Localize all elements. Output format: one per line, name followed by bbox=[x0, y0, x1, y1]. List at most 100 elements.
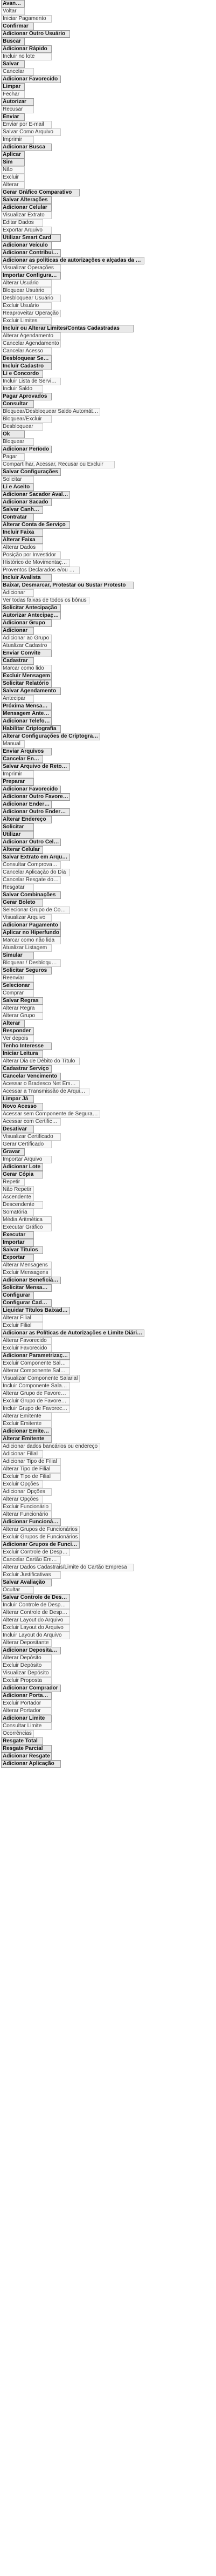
action-button[interactable]: Ocorrências bbox=[1, 1730, 34, 1737]
action-button[interactable]: Marcar como lido bbox=[1, 665, 52, 672]
action-button[interactable]: Adicionar bbox=[1, 627, 34, 635]
action-button[interactable]: Alterar Emitente bbox=[1, 1413, 52, 1420]
action-button[interactable]: Adicionar Grupo bbox=[1, 619, 52, 627]
action-button[interactable]: Cancelar Vencimento bbox=[1, 1073, 61, 1080]
action-button[interactable]: Alterar Dados Cadastrais/Limite do Cartã… bbox=[1, 1564, 134, 1571]
action-button[interactable]: Salvar Configurações bbox=[1, 468, 61, 476]
action-button[interactable]: Cancelar Envio bbox=[1, 755, 43, 763]
action-button[interactable]: Alterar Regra bbox=[1, 1005, 43, 1012]
action-button[interactable]: Avançar bbox=[1, 0, 25, 8]
action-button[interactable]: Alterar Dia de Débito do Título bbox=[1, 1058, 80, 1065]
action-button[interactable]: Alterar Depósito bbox=[1, 1654, 52, 1662]
action-button[interactable]: Adicionar Outro Celular bbox=[1, 839, 61, 846]
action-button[interactable]: Salvar Controle de Despesas bbox=[1, 1594, 70, 1602]
action-button[interactable]: Desbloquear Usuário bbox=[1, 295, 61, 302]
action-button[interactable]: Enviar Arquivos bbox=[1, 748, 52, 755]
action-button[interactable]: Compartilhar, Acessar, Recusar ou Exclui… bbox=[1, 461, 115, 468]
action-button[interactable]: Incluir Layout do Arquivo bbox=[1, 1632, 70, 1639]
action-button[interactable]: Excluir Portador bbox=[1, 1700, 52, 1707]
action-button[interactable]: Excluir Tipo de Filial bbox=[1, 1473, 61, 1481]
action-button[interactable]: Cancelar bbox=[1, 68, 34, 76]
action-button[interactable]: Salvar Agendamento bbox=[1, 687, 61, 695]
action-button[interactable]: Incluir Controle de Despesas bbox=[1, 1602, 70, 1609]
action-button[interactable]: Alterar Usuário bbox=[1, 280, 52, 287]
action-button[interactable]: Proventos Declarados e/ou Pagos bbox=[1, 567, 80, 574]
action-button[interactable]: Alterar Depositante bbox=[1, 1639, 52, 1647]
action-button[interactable]: Cancelar Cartão Empresa bbox=[1, 1556, 61, 1564]
action-button[interactable]: Adicionar ao Grupo bbox=[1, 635, 52, 642]
action-button[interactable]: Importar Configurações bbox=[1, 272, 61, 280]
action-button[interactable]: Incluir ou Alterar Limites/Contas Cadast… bbox=[1, 325, 134, 332]
action-button[interactable]: Atualizar Listagem bbox=[1, 944, 52, 952]
action-button[interactable]: Adicionar Depositante bbox=[1, 1647, 61, 1654]
action-button[interactable]: Bloquear/Excluir bbox=[1, 415, 52, 423]
action-button[interactable]: Limpar bbox=[1, 83, 25, 91]
action-button[interactable]: Desbloquear Senha bbox=[1, 355, 52, 363]
action-button[interactable]: Incluir Avalista bbox=[1, 574, 52, 582]
action-button[interactable]: Adicionar Contribuinte bbox=[1, 249, 61, 257]
action-button[interactable]: Adicionar Comprador bbox=[1, 1685, 61, 1692]
action-button[interactable]: Salvar Alterações bbox=[1, 196, 52, 204]
action-button[interactable]: Solicitar Mensagens bbox=[1, 1284, 52, 1292]
action-button[interactable]: Configurar Cadastro bbox=[1, 1299, 52, 1307]
action-button[interactable]: Excluir Funcionário bbox=[1, 1503, 52, 1511]
action-button[interactable]: Solicitar Antecipação bbox=[1, 604, 61, 612]
action-button[interactable]: Iniciar Pagamento bbox=[1, 15, 52, 23]
action-button[interactable]: Adicionar Resgate bbox=[1, 1753, 52, 1760]
action-button[interactable]: Alterar Conta de Serviço bbox=[1, 521, 70, 529]
action-button[interactable]: Contratar bbox=[1, 514, 34, 521]
action-button[interactable]: Solicitar bbox=[1, 476, 34, 483]
action-button[interactable]: Adicionar Outro Favorecido bbox=[1, 793, 70, 801]
action-button[interactable]: Acessar o Bradesco Net Empresa bbox=[1, 1080, 80, 1088]
action-button[interactable]: Voltar bbox=[1, 8, 25, 15]
action-button[interactable]: Cadastrar Serviço bbox=[1, 1065, 52, 1073]
action-button[interactable]: Gerar Gráfico Comparativo bbox=[1, 189, 80, 196]
action-button[interactable]: Selecionar Grupo de Contas bbox=[1, 907, 70, 914]
action-button[interactable]: Visualizar Extrato bbox=[1, 212, 52, 219]
action-button[interactable]: Acessar sem Componente de Segurança bbox=[1, 1110, 100, 1118]
action-button[interactable]: Alterar Endereço bbox=[1, 816, 52, 823]
action-button[interactable]: Resgate Total bbox=[1, 1737, 43, 1745]
action-button[interactable]: Pagar bbox=[1, 453, 25, 461]
action-button[interactable]: Excluir bbox=[1, 174, 25, 181]
action-button[interactable]: Adicionar Telefone bbox=[1, 718, 52, 725]
action-button[interactable]: Ocultar bbox=[1, 1586, 34, 1594]
action-button[interactable]: Alterar Configurações de Criptografia bbox=[1, 733, 100, 740]
action-button[interactable]: Importar bbox=[1, 1239, 34, 1246]
action-button[interactable]: Solicitar bbox=[1, 823, 34, 831]
action-button[interactable]: Excluir Usuário bbox=[1, 302, 52, 310]
action-button[interactable]: Alterar Opções bbox=[1, 1496, 43, 1503]
action-button[interactable]: Adicionar Aplicação bbox=[1, 1760, 61, 1768]
action-button[interactable]: Salvar bbox=[1, 60, 25, 68]
action-button[interactable]: Excluir Controle de Despesas bbox=[1, 1549, 70, 1556]
action-button[interactable]: Autorizar bbox=[1, 98, 34, 106]
action-button[interactable]: Histórico de Movimentações bbox=[1, 559, 70, 567]
action-button[interactable]: Alterar Faixa bbox=[1, 536, 43, 544]
action-button[interactable]: Não bbox=[1, 166, 25, 174]
action-button[interactable]: Excluir Opções bbox=[1, 1481, 43, 1488]
action-button[interactable]: Acessar com Certificado bbox=[1, 1118, 61, 1126]
action-button[interactable]: Salvar Avaliação bbox=[1, 1579, 52, 1586]
action-button[interactable]: Adicionar as políticas de autorizações e… bbox=[1, 257, 144, 264]
action-button[interactable]: Li e Aceito bbox=[1, 483, 34, 491]
action-button[interactable]: Adicionar Celular bbox=[1, 204, 52, 212]
action-button[interactable]: Média Aritmética bbox=[1, 1216, 52, 1224]
action-button[interactable]: Visualizar Certificado bbox=[1, 1133, 61, 1141]
action-button[interactable]: Aplicar no Hiperfundo bbox=[1, 929, 61, 937]
action-button[interactable]: Tenho Interesse bbox=[1, 1042, 52, 1050]
action-button[interactable]: Bloquear Usuário bbox=[1, 287, 52, 295]
action-button[interactable]: Importar Arquivo bbox=[1, 1156, 52, 1163]
action-button[interactable]: Novo Acesso bbox=[1, 1103, 43, 1110]
action-button[interactable]: Alterar Grupos de Funcionários bbox=[1, 1526, 80, 1534]
action-button[interactable]: Consultar Limite bbox=[1, 1722, 52, 1730]
action-button[interactable]: Bloquear/Desbloquear Saldo Automático bbox=[1, 408, 100, 415]
action-button[interactable]: Adicionar Funcionário bbox=[1, 1518, 61, 1526]
action-button[interactable]: Alterar Layout do Arquivo bbox=[1, 1617, 70, 1624]
action-button[interactable]: Bloquear / Desbloquear bbox=[1, 959, 61, 967]
action-button[interactable]: Gerar Boleto bbox=[1, 899, 43, 907]
action-button[interactable]: Adicionar Emitente bbox=[1, 1428, 52, 1435]
action-button[interactable]: Excluir Grupos de Funcionários bbox=[1, 1534, 80, 1541]
action-button[interactable]: Enviar bbox=[1, 113, 25, 121]
action-button[interactable]: Desativar bbox=[1, 1126, 34, 1133]
action-button[interactable]: Cancelar Resgate do Dia bbox=[1, 876, 61, 884]
